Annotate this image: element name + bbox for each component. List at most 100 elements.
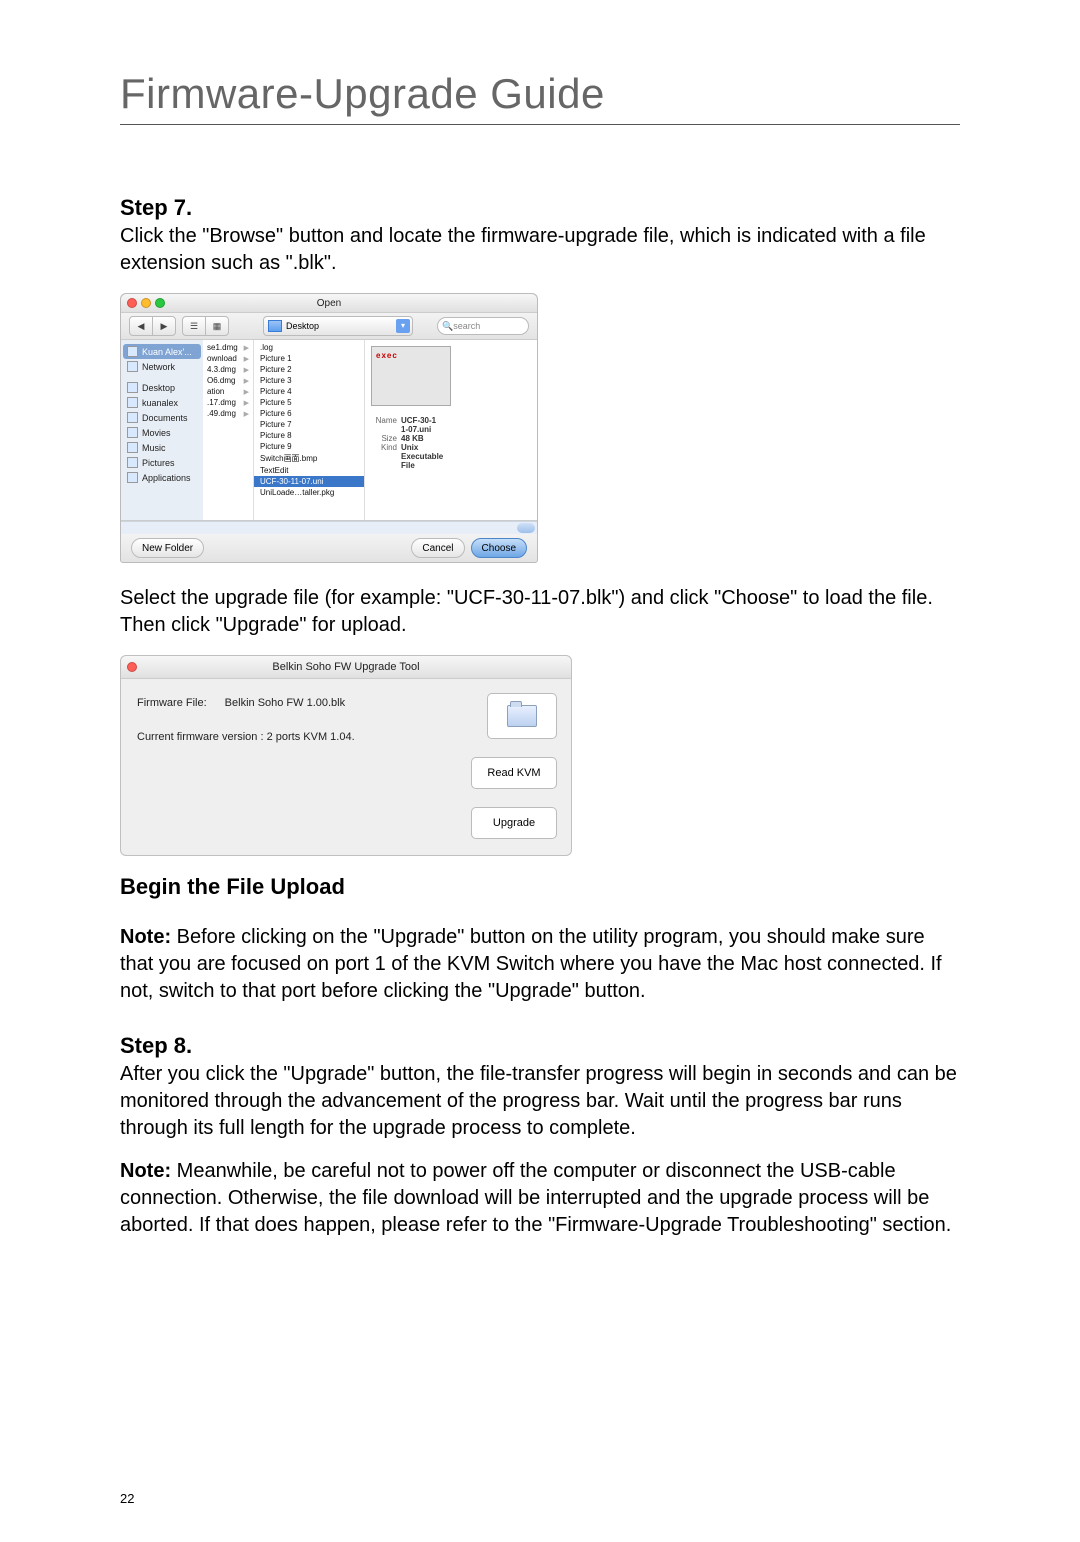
list-item[interactable]: .log — [254, 342, 364, 353]
page-title: Firmware-Upgrade Guide — [120, 70, 960, 125]
page-number: 22 — [120, 1491, 134, 1506]
fw-upgrade-tool: Belkin Soho FW Upgrade Tool Firmware Fil… — [120, 655, 572, 856]
horizontal-scrollbar[interactable] — [121, 521, 537, 534]
list-item[interactable]: UniLoade…taller.pkg — [254, 487, 364, 498]
sidebar-item[interactable]: Music — [123, 440, 201, 455]
step-7-para-1: Click the "Browse" button and locate the… — [120, 223, 960, 277]
list-item[interactable]: ation▶ — [203, 386, 253, 397]
search-icon: 🔍 — [442, 321, 453, 332]
info-kind-value-3: File — [401, 461, 415, 470]
sidebar-item[interactable]: Documents — [123, 410, 201, 425]
list-item[interactable]: Picture 9 — [254, 441, 364, 452]
location-popup[interactable]: Desktop ▾ — [263, 316, 413, 336]
fw-tool-title: Belkin Soho FW Upgrade Tool — [121, 661, 571, 673]
sidebar-item-label: Documents — [142, 413, 188, 423]
open-dialog-title: Open — [121, 298, 537, 309]
sidebar-item[interactable]: kuanalex — [123, 395, 201, 410]
note-label: Note: — [120, 926, 171, 948]
list-item[interactable]: Picture 2 — [254, 364, 364, 375]
step-7-para-2: Select the upgrade file (for example: "U… — [120, 585, 960, 639]
music-icon — [127, 442, 138, 453]
home-icon — [127, 397, 138, 408]
list-item[interactable]: .17.dmg▶ — [203, 397, 253, 408]
info-kind-value-1: Unix — [401, 443, 418, 452]
step-8-note: Note: Meanwhile, be careful not to power… — [120, 1158, 960, 1239]
nav-back-button[interactable]: ◀ — [129, 316, 152, 336]
list-item[interactable]: O6.dmg▶ — [203, 375, 253, 386]
current-firmware-version: Current firmware version : 2 ports KVM 1… — [137, 731, 441, 743]
list-item[interactable]: 4.3.dmg▶ — [203, 364, 253, 375]
sidebar-item-label: kuanalex — [142, 398, 178, 408]
sidebar-item-label: Movies — [142, 428, 171, 438]
list-item[interactable]: UCF-30-11-07.uni — [254, 476, 364, 487]
list-item[interactable]: Picture 8 — [254, 430, 364, 441]
desktop-icon — [268, 320, 282, 332]
info-kind-value-2: Executable — [401, 452, 443, 461]
firmware-file-label: Firmware File: — [137, 697, 207, 709]
list-item[interactable]: Picture 5 — [254, 397, 364, 408]
list-item[interactable]: .49.dmg▶ — [203, 408, 253, 419]
view-column-button[interactable]: ▦ — [205, 316, 229, 336]
sidebar-item[interactable]: Kuan Alex'... — [123, 344, 201, 359]
list-item[interactable]: Picture 6 — [254, 408, 364, 419]
new-folder-button[interactable]: New Folder — [131, 538, 204, 558]
firmware-file-value: Belkin Soho FW 1.00.blk — [225, 697, 345, 709]
info-name-value-2: 1-07.uni — [401, 425, 431, 434]
info-name-key: Name — [371, 416, 397, 425]
browser-column-1[interactable]: se1.dmg▶ownload▶4.3.dmg▶O6.dmg▶ation▶.17… — [203, 340, 254, 520]
sidebar-item[interactable]: Movies — [123, 425, 201, 440]
info-name-value-1: UCF-30-1 — [401, 416, 436, 425]
list-item[interactable]: se1.dmg▶ — [203, 342, 253, 353]
list-item[interactable]: Picture 3 — [254, 375, 364, 386]
choose-button[interactable]: Choose — [471, 538, 527, 558]
place-icon — [127, 382, 138, 393]
sidebar-item-label: Music — [142, 443, 166, 453]
sidebar-item-label: Applications — [142, 473, 191, 483]
sidebar-item-label: Network — [142, 362, 175, 372]
view-list-button[interactable]: ☰ — [182, 316, 205, 336]
upgrade-button[interactable]: Upgrade — [471, 807, 557, 839]
begin-upload-heading: Begin the File Upload — [120, 874, 960, 900]
begin-upload-note: Note: Before clicking on the "Upgrade" b… — [120, 924, 960, 1005]
nav-forward-button[interactable]: ▶ — [152, 316, 176, 336]
location-label: Desktop — [286, 321, 319, 331]
sidebar-item-label: Desktop — [142, 383, 175, 393]
disk-icon — [127, 346, 138, 357]
open-dialog-sidebar: Kuan Alex'... Network Desktop kuanalex Docum… — [121, 340, 203, 520]
file-preview-panel: exec NameUCF-30-1 1-07.uni Size48 KB Kin… — [365, 340, 537, 520]
note-label: Note: — [120, 1160, 171, 1182]
pictures-icon — [127, 457, 138, 468]
network-icon — [127, 361, 138, 372]
sidebar-item-label: Pictures — [142, 458, 175, 468]
folder-icon — [507, 705, 537, 727]
list-item[interactable]: Picture 4 — [254, 386, 364, 397]
movies-icon — [127, 427, 138, 438]
note-text: Meanwhile, be careful not to power off t… — [120, 1160, 951, 1236]
sidebar-item[interactable]: Desktop — [123, 380, 201, 395]
preview-thumbnail: exec — [371, 346, 451, 406]
step-8-para: After you click the "Upgrade" button, th… — [120, 1061, 960, 1142]
sidebar-item[interactable]: Pictures — [123, 455, 201, 470]
docs-icon — [127, 412, 138, 423]
browse-button[interactable] — [487, 693, 557, 739]
step-7-heading: Step 7. — [120, 195, 960, 221]
list-item[interactable]: Picture 7 — [254, 419, 364, 430]
cancel-button[interactable]: Cancel — [411, 538, 464, 558]
search-placeholder: search — [453, 321, 480, 331]
chevron-down-icon: ▾ — [396, 319, 410, 333]
list-item[interactable]: TextEdit — [254, 465, 364, 476]
list-item[interactable]: Switch画面.bmp — [254, 452, 364, 465]
read-kvm-button[interactable]: Read KVM — [471, 757, 557, 789]
open-dialog: Open ◀ ▶ ☰ ▦ Desktop ▾ 🔍 search Kuan Ale… — [120, 293, 538, 563]
sidebar-item[interactable]: Network — [123, 359, 201, 374]
step-8-heading: Step 8. — [120, 1033, 960, 1059]
search-input[interactable]: 🔍 search — [437, 317, 529, 335]
exec-badge: exec — [376, 351, 398, 360]
list-item[interactable]: ownload▶ — [203, 353, 253, 364]
apps-icon — [127, 472, 138, 483]
info-size-key: Size — [371, 434, 397, 443]
browser-column-2[interactable]: .logPicture 1Picture 2Picture 3Picture 4… — [254, 340, 365, 520]
list-item[interactable]: Picture 1 — [254, 353, 364, 364]
info-kind-key: Kind — [371, 443, 397, 452]
sidebar-item[interactable]: Applications — [123, 470, 201, 485]
